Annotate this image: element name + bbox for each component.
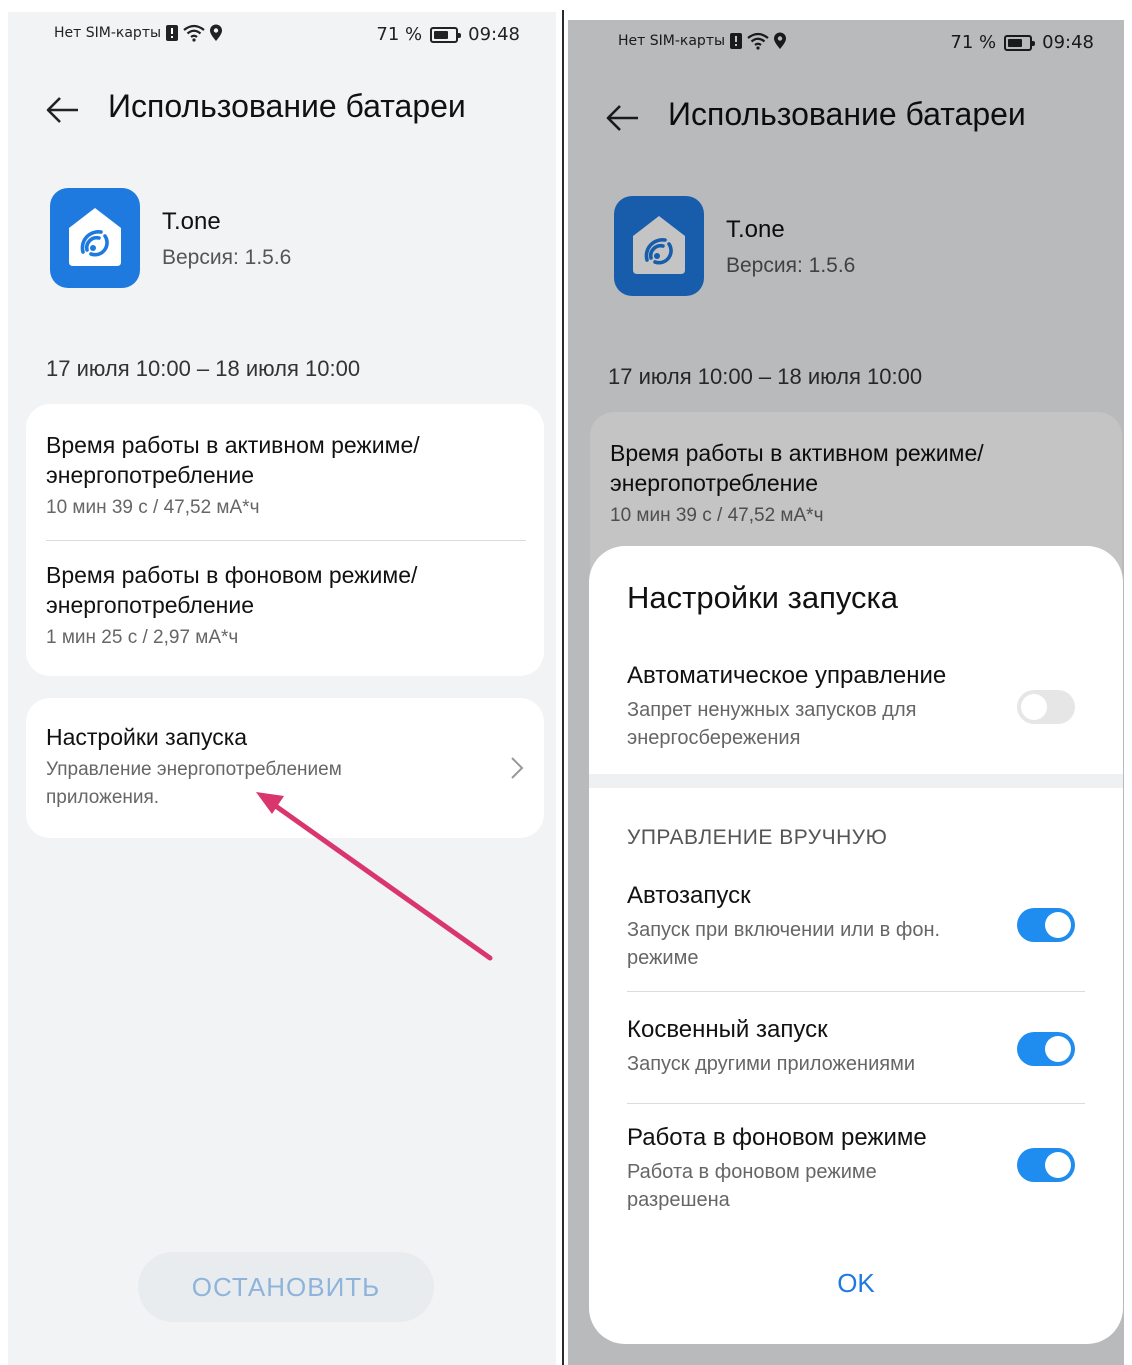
sim-alert-icon <box>166 25 179 41</box>
dialog-title: Настройки запуска <box>627 580 898 615</box>
clock: 09:48 <box>468 24 520 45</box>
chevron-right-icon <box>511 757 524 779</box>
app-version: Версия: 1.5.6 <box>162 246 292 269</box>
battery-icon <box>430 26 462 43</box>
launch-settings-subtitle: Управление энергопотреблением приложения… <box>46 759 342 808</box>
arrow-left-icon[interactable] <box>42 90 82 130</box>
usage-card: Время работы в активном режиме/ энергопо… <box>26 404 544 676</box>
stop-button[interactable]: ОСТАНОВИТЬ <box>138 1252 434 1322</box>
autostart-row[interactable]: Автозапуск Запуск при включении или в фо… <box>627 880 1085 972</box>
active-usage-item: Время работы в активном режиме/ энергопо… <box>46 430 526 522</box>
background-work-row[interactable]: Работа в фоновом режиме Работа в фоновом… <box>627 1122 1085 1214</box>
background-usage-value: 1 мин 25 с / 2,97 мА*ч <box>46 627 239 648</box>
auto-management-toggle[interactable] <box>1017 690 1075 724</box>
background-usage-title: Время работы в фоновом режиме/ энергопот… <box>46 562 418 618</box>
autostart-toggle[interactable] <box>1017 908 1075 942</box>
date-range: 17 июля 10:00 – 18 июля 10:00 <box>46 356 361 381</box>
page-header: Использование батареи <box>8 82 556 142</box>
active-usage-value: 10 мин 39 с / 47,52 мА*ч <box>46 497 260 518</box>
divider <box>46 540 526 541</box>
background-work-title: Работа в фоновом режиме <box>627 1124 927 1151</box>
launch-settings-dialog: Настройки запуска Автоматическое управле… <box>589 546 1123 1344</box>
background-work-toggle[interactable] <box>1017 1148 1075 1182</box>
indirect-launch-row[interactable]: Косвенный запуск Запуск другими приложен… <box>627 1014 1085 1078</box>
launch-settings-item[interactable]: Настройки запуска Управление энергопотре… <box>26 698 544 838</box>
screenshot-divider <box>562 10 564 1365</box>
manual-section-label: УПРАВЛЕНИЕ ВРУЧНУЮ <box>627 826 888 849</box>
active-usage-title: Время работы в активном режиме/ энергопо… <box>46 432 420 488</box>
location-icon <box>210 24 223 41</box>
indirect-launch-subtitle: Запуск другими приложениями <box>627 1053 916 1075</box>
divider <box>627 1103 1085 1104</box>
screenshot-stage: Нет SIM-карты 71 % 09:48 Использование б… <box>0 0 1132 1365</box>
autostart-title: Автозапуск <box>627 882 751 909</box>
sim-status: Нет SIM-карты <box>54 25 162 41</box>
background-work-subtitle: Работа в фоновом режиме разрешена <box>627 1161 877 1211</box>
section-gap <box>589 774 1123 788</box>
divider <box>627 991 1085 992</box>
auto-management-row[interactable]: Автоматическое управление Запрет ненужны… <box>627 660 1085 752</box>
background-usage-item: Время работы в фоновом режиме/ энергопот… <box>46 560 526 652</box>
launch-settings-title: Настройки запуска <box>46 724 248 750</box>
left-phone-screen: Нет SIM-карты 71 % 09:48 Использование б… <box>8 12 556 1365</box>
indirect-launch-toggle[interactable] <box>1017 1032 1075 1066</box>
auto-management-title: Автоматическое управление <box>627 662 947 689</box>
status-bar: Нет SIM-карты 71 % 09:48 <box>8 12 556 60</box>
wifi-icon <box>183 24 205 42</box>
app-icon <box>50 188 140 288</box>
home-signal-icon <box>69 208 121 266</box>
app-info: T.one Версия: 1.5.6 <box>48 188 556 292</box>
right-phone-screen: Нет SIM-карты 71 % 09:48 Использование б… <box>568 20 1124 1365</box>
battery-percent: 71 % <box>376 24 423 45</box>
ok-button[interactable]: OK <box>769 1256 943 1310</box>
page-title: Использование батареи <box>108 88 466 124</box>
battery-level-fill <box>434 30 449 39</box>
auto-management-subtitle: Запрет ненужных запусков для энергосбере… <box>627 699 917 749</box>
app-name: T.one <box>162 208 221 235</box>
autostart-subtitle: Запуск при включении или в фон. режиме <box>627 919 941 969</box>
indirect-launch-title: Косвенный запуск <box>627 1016 828 1043</box>
